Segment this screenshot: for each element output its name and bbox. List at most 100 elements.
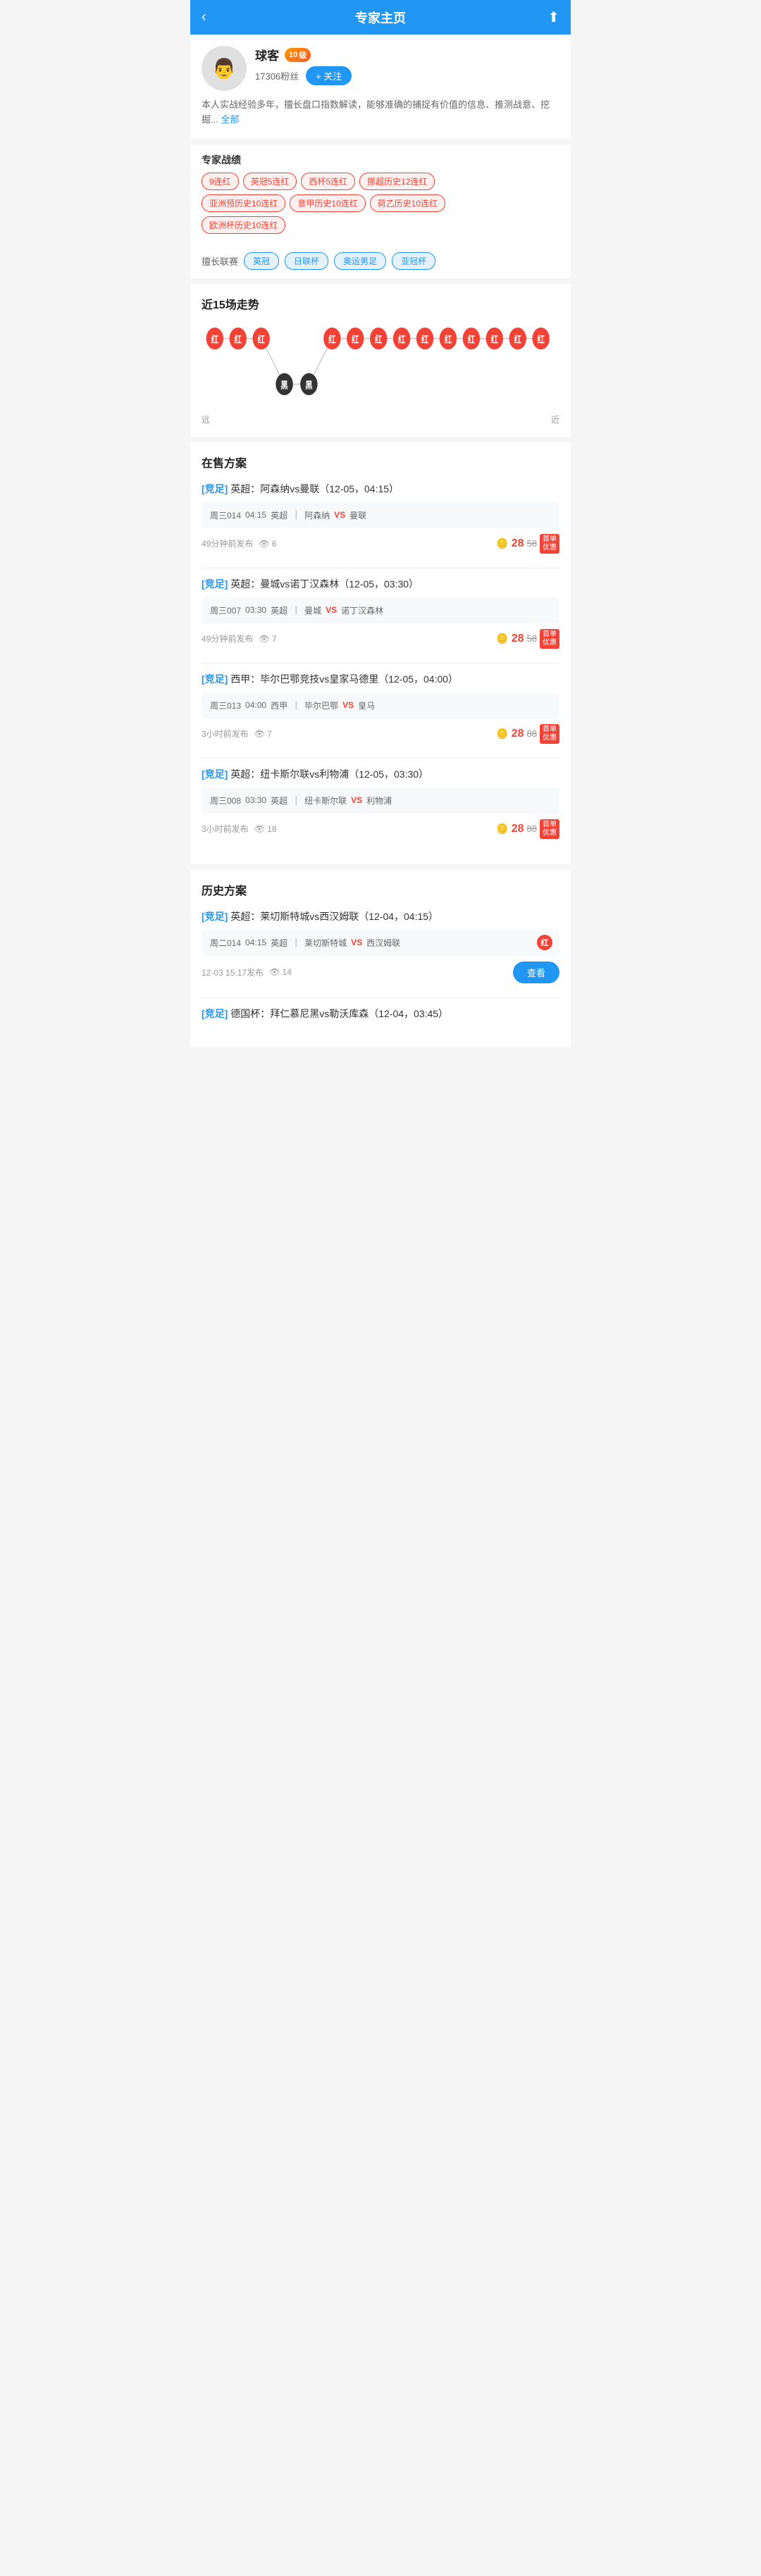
header: ‹ 专家主页 ⬆ [190, 0, 571, 35]
plan-card-2: [竞足] 英超：曼城vs诺丁汉森林（12-05，03:30） 周三007 03:… [202, 577, 559, 649]
profile-info: 球客 10 级 17306粉丝 + 关注 [255, 46, 559, 85]
trend-labels: 远 近 [202, 413, 559, 425]
plan-1-title[interactable]: [竞足] 英超：阿森纳vs曼联（12-05，04:15） [202, 482, 559, 497]
plan-4-meta: 3小时前发布 👁 18 [202, 823, 277, 835]
plan-1-tag: [竞足] [202, 483, 228, 494]
first-order-badge-1: 首单优惠 [540, 534, 559, 554]
coin-icon-1: 🪙 [496, 537, 508, 549]
record-tag-1: 英冠5连红 [243, 173, 297, 190]
record-tag-4: 亚洲预历史10连红 [202, 194, 285, 212]
trend-far-label: 远 [202, 413, 210, 425]
svg-text:红: 红 [514, 334, 521, 345]
record-tags-row2: 亚洲预历史10连红 意甲历史10连红 荷乙历史10连红 [202, 194, 559, 212]
specialty-label: 擅长联赛 [202, 254, 238, 268]
plan-4-detail: 周三008 03:30 英超 ｜ 纽卡斯尔联 VS 利物浦 [202, 788, 559, 814]
plan-2-meta: 49分钟前发布 👁 7 [202, 633, 277, 645]
plan-3-meta: 3小时前发布 👁 7 [202, 728, 272, 740]
svg-text:黑: 黑 [305, 380, 312, 391]
back-button[interactable]: ‹ [202, 9, 206, 25]
expert-record-section: 专家战绩 9连红 英冠5连红 西杯5连红 挪超历史12连红 亚洲预历史10连红 … [190, 144, 571, 247]
hist-1-tag: [竞足] [202, 911, 228, 922]
svg-text:红: 红 [398, 334, 405, 345]
trend-section: 近15场走势 红 红 红 黑 黑 红 红 红 [190, 284, 571, 437]
profile-name: 球客 [255, 46, 279, 63]
svg-text:红: 红 [328, 334, 335, 345]
first-order-badge-2: 首单优惠 [540, 629, 559, 649]
plan-2-footer: 49分钟前发布 👁 7 🪙 28 58 首单优惠 [202, 629, 559, 649]
plan-4-footer: 3小时前发布 👁 18 🪙 28 88 首单优惠 [202, 819, 559, 839]
plan-3-tag: [竞足] [202, 673, 228, 685]
hist-1-view-button[interactable]: 查看 [513, 962, 559, 983]
hist-2-tag: [竞足] [202, 1008, 228, 1019]
profile-top: 👨 球客 10 级 17306粉丝 + 关注 [202, 46, 559, 91]
result-badge-1: 红 [537, 935, 552, 950]
plan-4-tag: [竞足] [202, 769, 228, 780]
history-section: 历史方案 [竞足] 英超：莱切斯特城vs西汉姆联（12-04，04:15） 周二… [190, 870, 571, 1047]
svg-text:红: 红 [375, 334, 382, 345]
svg-text:红: 红 [421, 334, 428, 345]
league-tag-2[interactable]: 奥运男足 [334, 252, 386, 270]
plan-2-price: 🪙 28 58 首单优惠 [496, 629, 559, 649]
level-badge: 10 级 [285, 48, 311, 62]
plan-3-price-current: 28 [512, 728, 524, 740]
plan-1-price: 🪙 28 58 首单优惠 [496, 534, 559, 554]
record-tag-6: 荷乙历史10连红 [370, 194, 445, 212]
profile-fans-follow: 17306粉丝 + 关注 [255, 66, 559, 85]
plan-1-price-original: 58 [527, 538, 537, 549]
trend-title: 近15场走势 [202, 295, 559, 312]
share-button[interactable]: ⬆ [547, 8, 559, 26]
fans-count: 17306粉丝 [255, 69, 299, 82]
record-tags-row1: 9连红 英冠5连红 西杯5连红 挪超历史12连红 [202, 173, 559, 190]
plan-2-detail: 周三007 03:30 英超 ｜ 曼城 VS 诺丁汉森林 [202, 597, 559, 623]
plan-3-price: 🪙 28 88 首单优惠 [496, 724, 559, 744]
plan-1-detail: 周三014 04:15 英超 ｜ 阿森纳 VS 曼联 [202, 502, 559, 528]
hist-1-detail: 周二014 04:15 英超 ｜ 莱切斯特城 VS 西汉姆联 红 [202, 930, 559, 956]
plan-2-tag: [竞足] [202, 578, 228, 590]
plan-3-title[interactable]: [竞足] 西甲：毕尔巴鄂竞技vs皇家马德里（12-05，04:00） [202, 672, 559, 687]
onsale-title: 在售方案 [202, 454, 559, 471]
plan-2-title[interactable]: [竞足] 英超：曼城vs诺丁汉森林（12-05，03:30） [202, 577, 559, 592]
follow-button[interactable]: + 关注 [306, 66, 352, 85]
plan-1-meta: 49分钟前发布 👁 6 [202, 537, 277, 549]
plan-3-detail: 周三013 04:00 西甲 ｜ 毕尔巴鄂 VS 皇马 [202, 692, 559, 718]
hist-1-title[interactable]: [竞足] 英超：莱切斯特城vs西汉姆联（12-04，04:15） [202, 909, 559, 924]
first-order-badge-3: 首单优惠 [540, 724, 559, 744]
plan-3-footer: 3小时前发布 👁 7 🪙 28 88 首单优惠 [202, 724, 559, 744]
record-tags-row3: 欧洲杯历史10连红 [202, 216, 559, 234]
record-tag-3: 挪超历史12连红 [359, 173, 435, 190]
history-card-2: [竞足] 德国杯：拜仁慕尼黑vs勒沃库森（12-04，03:45） [202, 1007, 559, 1021]
svg-text:红: 红 [468, 334, 475, 345]
plan-4-price-original: 88 [527, 823, 537, 834]
record-tag-5: 意甲历史10连红 [290, 194, 365, 212]
plan-3-price-original: 88 [527, 728, 537, 739]
plan-4-title[interactable]: [竞足] 英超：纽卡斯尔联vs利物浦（12-05，03:30） [202, 767, 559, 782]
league-tag-3[interactable]: 亚冠杯 [392, 252, 435, 270]
plan-card-3: [竞足] 西甲：毕尔巴鄂竞技vs皇家马德里（12-05，04:00） 周三013… [202, 672, 559, 744]
onsale-section: 在售方案 [竞足] 英超：阿森纳vs曼联（12-05，04:15） 周三014 … [190, 442, 571, 864]
profile-description: 本人实战经验多年，擅长盘口指数解读，能够准确的捕捉有价值的信息、推测战意、挖掘.… [202, 98, 559, 127]
specialty-section: 擅长联赛 英冠 日联杯 奥运男足 亚冠杯 [190, 247, 571, 278]
hist-2-title[interactable]: [竞足] 德国杯：拜仁慕尼黑vs勒沃库森（12-04，03:45） [202, 1007, 559, 1021]
svg-text:黑: 黑 [280, 380, 287, 391]
plan-1-footer: 49分钟前发布 👁 6 🪙 28 58 首单优惠 [202, 534, 559, 554]
profile-section: 👨 球客 10 级 17306粉丝 + 关注 本人实战经验多年，擅长盘口指数解读… [190, 35, 571, 139]
desc-full-link[interactable]: 全部 [221, 114, 239, 125]
stats-title: 专家战绩 [202, 153, 559, 167]
coin-icon-2: 🪙 [496, 633, 508, 645]
coin-icon-3: 🪙 [496, 728, 508, 740]
league-tag-1[interactable]: 日联杯 [285, 252, 328, 270]
history-title: 历史方案 [202, 881, 559, 898]
league-tag-0[interactable]: 英冠 [244, 252, 279, 270]
plan-card-4: [竞足] 英超：纽卡斯尔联vs利物浦（12-05，03:30） 周三008 03… [202, 767, 559, 839]
plan-4-price-current: 28 [512, 823, 524, 835]
svg-text:红: 红 [352, 334, 359, 345]
svg-text:红: 红 [537, 334, 544, 345]
plan-2-week: 周三007 [210, 604, 241, 616]
hist-1-week: 周二014 [210, 937, 241, 949]
history-card-1: [竞足] 英超：莱切斯特城vs西汉姆联（12-04，04:15） 周二014 0… [202, 909, 559, 983]
first-order-badge-4: 首单优惠 [540, 819, 559, 839]
svg-text:红: 红 [257, 334, 264, 345]
trend-svg: 红 红 红 黑 黑 红 红 红 红 红 红 红 [202, 323, 559, 408]
avatar: 👨 [202, 46, 247, 91]
header-title: 专家主页 [355, 8, 406, 27]
